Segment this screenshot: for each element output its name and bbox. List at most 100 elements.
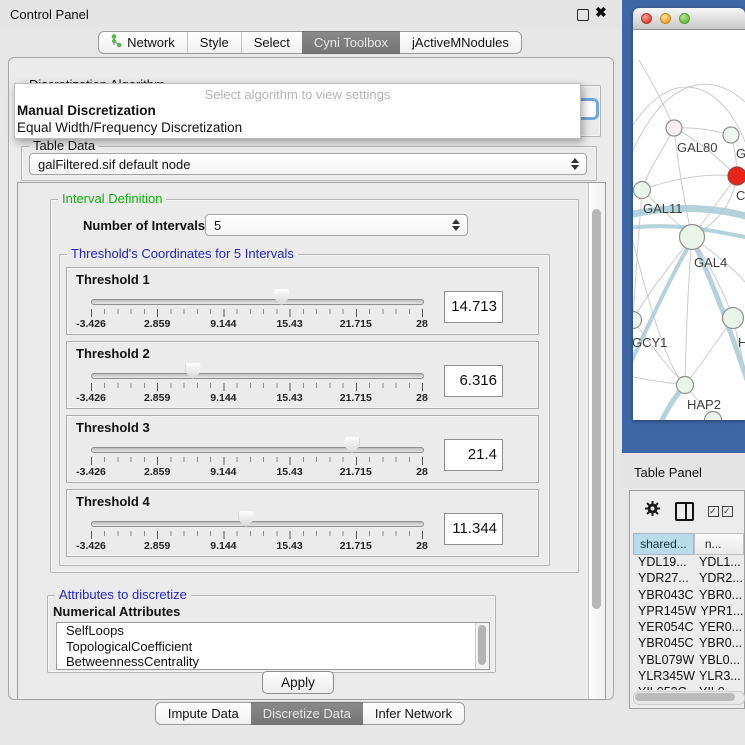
algorithm-dropdown-popup: Select algorithm to view settings Manual… (14, 83, 581, 139)
algorithm-option-equal-width[interactable]: Equal Width/Frequency Discretization (15, 119, 580, 136)
zoom-window-button[interactable] (679, 13, 690, 24)
slider-scale-labels: -3.4262.8599.14415.4321.71528 (91, 466, 422, 478)
float-panel-button[interactable] (577, 9, 589, 21)
algorithm-option-manual[interactable]: Manual Discretization (15, 102, 580, 119)
network-canvas[interactable]: GAL80 GA C GAL11 GAL4 GCY1 H HAP2 (633, 30, 745, 420)
tab-select[interactable]: Select (242, 31, 302, 54)
threshold-1-slider[interactable]: -3.4262.8599.14415.4321.71528 (91, 290, 422, 330)
node-label-gcy1: GCY1 (633, 335, 667, 350)
threshold-3-box: Threshold 3 -3.4262.8599.14415.4321.7152… (66, 415, 539, 483)
attributes-group: Attributes to discretize Numerical Attri… (47, 595, 496, 673)
node-gal11[interactable] (634, 182, 651, 199)
threshold-4-box: Threshold 4 -3.4262.8599.14415.4321.7152… (66, 489, 539, 557)
threshold-4-label: Threshold 4 (76, 494, 150, 509)
minimize-window-button[interactable] (660, 13, 671, 24)
column-header-name[interactable]: n... (694, 533, 744, 555)
table-data-combobox[interactable]: galFiltered.sif default node (29, 153, 587, 175)
vertical-scrollbar[interactable] (588, 183, 605, 699)
table-row[interactable]: YBR043CYBR0... (633, 588, 744, 604)
tab-discretize-data[interactable]: Discretize Data (251, 702, 363, 725)
vertical-scrollbar-thumb[interactable] (592, 209, 601, 609)
list-item[interactable]: BetweennessCentrality (57, 654, 489, 670)
node-h-partial[interactable] (723, 308, 744, 329)
list-item[interactable]: SelfLoops (57, 623, 489, 639)
tab-style[interactable]: Style (188, 31, 241, 54)
apply-button[interactable]: Apply (262, 671, 334, 694)
columns-icon[interactable] (675, 502, 694, 521)
horizontal-scrollbar-thumb[interactable] (635, 693, 735, 701)
table-row[interactable]: YDR27...YDR2... (633, 571, 744, 587)
horizontal-scrollbar[interactable] (633, 691, 745, 705)
list-item[interactable]: TopologicalCoefficient (57, 639, 489, 655)
algorithm-placeholder: Select algorithm to view settings (15, 84, 580, 102)
table-row[interactable]: YER054CYER0... (633, 620, 744, 636)
list-scrollbar-thumb[interactable] (478, 625, 486, 665)
close-window-button[interactable] (641, 13, 652, 24)
screen: Control Panel ✖ Network Style Select Cyn… (0, 0, 745, 745)
interval-definition-group: Interval Definition Number of Intervals … (50, 199, 579, 573)
node-table: shared... n... YDL19...YDL1... YDR27...Y… (633, 533, 744, 690)
node-partial-bottom[interactable] (705, 412, 722, 421)
node-hap2[interactable] (677, 377, 694, 394)
tab-network[interactable]: Network (98, 31, 187, 54)
table-row[interactable]: YBL079WYBL0... (633, 653, 744, 669)
threshold-1-box: Threshold 1 -3.4262.8599.14415.4321.7152… (66, 267, 539, 335)
threshold-1-label: Threshold 1 (76, 272, 150, 287)
gear-icon[interactable] (644, 500, 661, 522)
node-gcy1[interactable] (633, 312, 642, 329)
table-panel-toolbar: ✓ ✓ (630, 491, 744, 531)
panel-title: Control Panel (10, 7, 89, 22)
list-scrollbar[interactable] (475, 623, 489, 669)
slider-track (91, 373, 424, 379)
table-row[interactable]: YBR045CYBR0... (633, 636, 744, 652)
table-data-value: galFiltered.sif default node (38, 157, 190, 172)
tab-jactivemnodules-label: jActiveMNodules (412, 35, 509, 50)
network-icon (111, 34, 122, 51)
tab-style-label: Style (200, 35, 229, 50)
threshold-2-slider[interactable]: -3.4262.8599.14415.4321.71528 (91, 364, 422, 404)
threshold-3-value-field[interactable]: 21.4 (444, 439, 503, 471)
threshold-2-value-field[interactable]: 6.316 (444, 365, 503, 397)
slider-ticks (91, 457, 422, 465)
checkbox-icon[interactable]: ✓ (708, 506, 719, 517)
node-gal80[interactable] (666, 120, 682, 136)
tab-network-label: Network (127, 35, 175, 50)
stepper-arrows-icon (571, 158, 579, 170)
tab-infer-network-label: Infer Network (375, 706, 452, 721)
table-header-row: shared... n... (633, 533, 744, 555)
number-of-intervals-combobox[interactable]: 5 (205, 214, 468, 236)
slider-track (91, 521, 424, 527)
table-data-group: Table Data galFiltered.sif default node (21, 146, 597, 181)
node-ga-partial[interactable] (723, 127, 739, 143)
table-row[interactable]: YIL052CYIL0... (633, 685, 744, 690)
node-label-gal80: GAL80 (677, 140, 717, 155)
settings-scrollpane: Interval Definition Number of Intervals … (17, 182, 606, 700)
number-of-intervals-value: 5 (214, 218, 221, 233)
node-label-ga: GA (736, 146, 745, 161)
numerical-attributes-list[interactable]: SelfLoops TopologicalCoefficient Between… (56, 622, 490, 670)
control-panel-titlebar: Control Panel ✖ (0, 0, 620, 28)
attributes-group-label: Attributes to discretize (55, 588, 191, 602)
node-gal4[interactable] (680, 225, 705, 250)
tab-impute-data[interactable]: Impute Data (155, 702, 251, 725)
cyni-toolbox-panel: Discretization Algorithm Select algorith… (8, 57, 614, 700)
tab-cyni-toolbox[interactable]: Cyni Toolbox (302, 31, 400, 54)
tab-jactivemnodules[interactable]: jActiveMNodules (400, 31, 522, 54)
checkbox-icon[interactable]: ✓ (722, 506, 733, 517)
threshold-4-slider[interactable]: -3.4262.8599.14415.4321.71528 (91, 512, 422, 552)
table-row[interactable]: YPR145WYPR1... (633, 604, 744, 620)
column-header-shared-name[interactable]: shared... (633, 533, 694, 555)
slider-scale-labels: -3.4262.8599.14415.4321.71528 (91, 540, 422, 552)
tab-infer-network[interactable]: Infer Network (363, 702, 465, 725)
close-panel-icon[interactable]: ✖ (595, 4, 607, 21)
tab-select-label: Select (254, 35, 290, 50)
threshold-1-value-field[interactable]: 14.713 (444, 291, 503, 323)
control-panel-tabs: Network Style Select Cyni Toolbox jActiv… (0, 31, 620, 54)
threshold-4-value-field[interactable]: 11.344 (444, 513, 503, 545)
table-panel-titlebar: Table Panel (620, 455, 745, 488)
table-row[interactable]: YDL19...YDL1... (633, 555, 744, 571)
threshold-3-slider[interactable]: -3.4262.8599.14415.4321.71528 (91, 438, 422, 478)
table-row[interactable]: YLR345WYLR3... (633, 669, 744, 685)
slider-track (91, 447, 424, 453)
node-selected-red[interactable] (728, 167, 745, 185)
